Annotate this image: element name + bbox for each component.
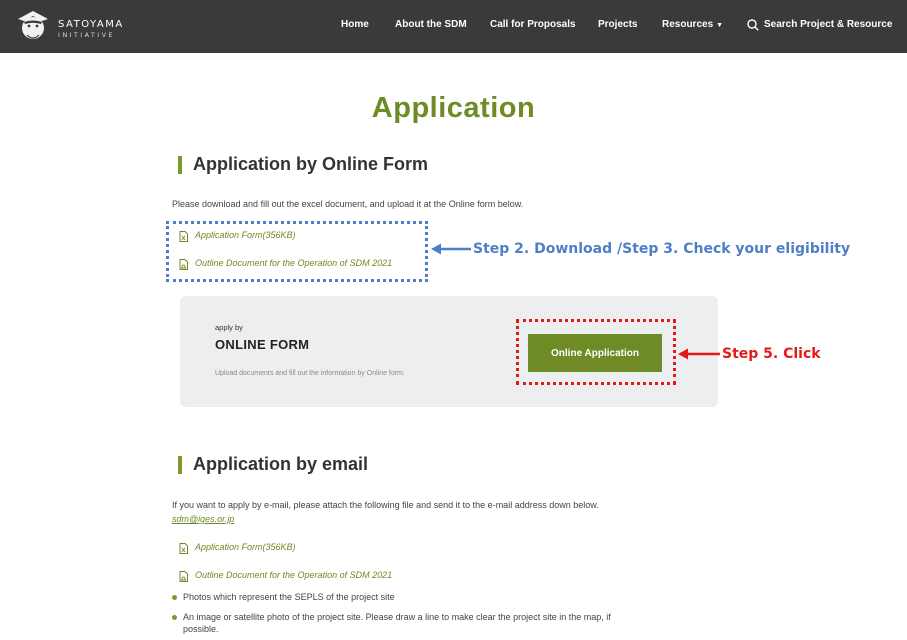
email-address-link[interactable]: sdm@iges.or.jp <box>172 514 234 524</box>
left-arrow-icon <box>431 243 471 255</box>
satoyama-logo-mark-icon <box>18 11 48 39</box>
pdf-file-icon <box>179 571 188 582</box>
section-title-online: Application by Online Form <box>193 154 429 174</box>
card-description: Upload documents and fill out the inform… <box>215 370 405 377</box>
nav-call-for-proposals[interactable]: Call for Proposals <box>490 19 576 30</box>
page-title: Application <box>371 92 536 124</box>
step5-annotation: Step 5. Click <box>722 346 821 362</box>
logo-subtitle: INITIATIVE <box>58 31 115 39</box>
bullet-dot-icon <box>172 595 177 600</box>
search-link[interactable]: Search Project & Resource <box>764 19 892 30</box>
nav-resources-label: Resources <box>662 19 714 30</box>
section-accent-bar <box>178 156 182 174</box>
logo-wordmark: SATOYAMA <box>58 19 124 30</box>
card-title: ONLINE FORM <box>215 337 310 352</box>
section-title-email: Application by email <box>193 454 369 474</box>
list-item-text: possible. <box>183 624 219 634</box>
nav-resources[interactable]: Resources ▼ <box>662 19 723 30</box>
nav-home[interactable]: Home <box>341 19 369 30</box>
email-application-form-link-label: Application Form(356KB) <box>195 542 296 552</box>
nav-projects[interactable]: Projects <box>598 19 637 30</box>
list-item-text: An image or satellite photo of the proje… <box>183 612 611 622</box>
online-intro-text: Please download and fill out the excel d… <box>172 199 524 209</box>
email-intro-text: If you want to apply by e-mail, please a… <box>172 500 599 510</box>
step5-highlight-box <box>516 319 676 385</box>
satoyama-logo[interactable]: SATOYAMA INITIATIVE <box>14 6 124 46</box>
search-icon[interactable] <box>747 19 759 31</box>
excel-file-icon <box>179 543 188 554</box>
section-accent-bar <box>178 456 182 474</box>
step2-highlight-box <box>166 221 428 282</box>
top-navigation-bar: SATOYAMA INITIATIVE Home About the SDM C… <box>0 0 907 53</box>
email-outline-document-link-label: Outline Document for the Operation of SD… <box>195 570 393 580</box>
left-arrow-icon <box>678 348 720 360</box>
card-kicker: apply by <box>215 323 243 332</box>
nav-about-sdm[interactable]: About the SDM <box>395 19 467 30</box>
bullet-dot-icon <box>172 615 177 620</box>
list-item-text: Photos which represent the SEPLS of the … <box>183 592 395 602</box>
step2-annotation: Step 2. Download /Step 3. Check your eli… <box>473 241 851 257</box>
caret-down-icon: ▼ <box>716 22 724 29</box>
